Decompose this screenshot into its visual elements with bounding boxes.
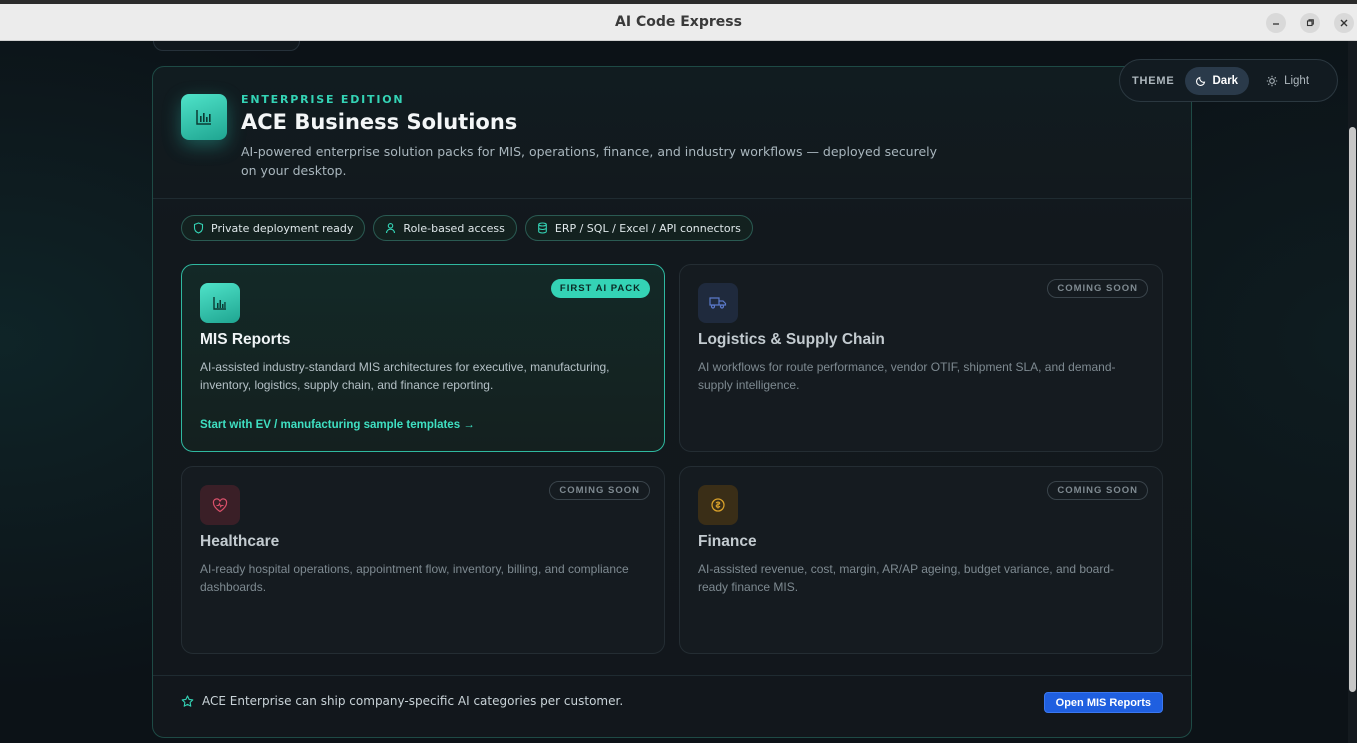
chip-label: Private deployment ready bbox=[211, 221, 354, 235]
shield-icon bbox=[193, 222, 204, 234]
scrollbar[interactable] bbox=[1348, 41, 1357, 743]
page-subtitle: AI-powered enterprise solution packs for… bbox=[241, 144, 938, 178]
app-viewport: ENTERPRISE EDITION ACE Business Solution… bbox=[0, 41, 1357, 743]
chip-private-deployment: Private deployment ready bbox=[181, 215, 366, 241]
bar-chart-icon bbox=[213, 297, 226, 310]
card-mis-reports[interactable]: FIRST AI PACK MIS Reports AI-assisted in… bbox=[181, 264, 665, 452]
theme-light-label: Light bbox=[1284, 74, 1310, 87]
database-icon bbox=[538, 222, 547, 234]
user-icon bbox=[386, 223, 396, 234]
window-titlebar: AI Code Express bbox=[0, 0, 1357, 41]
card-description: AI-assisted industry-standard MIS archit… bbox=[200, 360, 610, 392]
card-title: Healthcare bbox=[200, 533, 280, 550]
close-icon bbox=[1340, 19, 1348, 27]
close-button[interactable] bbox=[1334, 13, 1354, 33]
status-badge: COMING SOON bbox=[1047, 481, 1148, 500]
card-healthcare[interactable]: COMING SOON Healthcare AI-ready hospital… bbox=[181, 466, 665, 654]
window-title: AI Code Express bbox=[615, 14, 742, 30]
sample-templates-link[interactable]: Start with EV / manufacturing sample tem… bbox=[200, 419, 475, 431]
chip-label: Role-based access bbox=[403, 221, 505, 235]
card-description: AI-ready hospital operations, appointmen… bbox=[200, 562, 629, 594]
sun-icon bbox=[1266, 75, 1278, 86]
footer-note: ACE Enterprise can ship company-specific… bbox=[181, 694, 623, 708]
chip-connectors: ERP / SQL / Excel / API connectors bbox=[524, 215, 753, 241]
top-nav-stub bbox=[153, 41, 300, 51]
maximize-button[interactable] bbox=[1300, 13, 1320, 33]
panel-footer: ACE Enterprise can ship company-specific… bbox=[153, 675, 1191, 737]
chip-role-access: Role-based access bbox=[373, 215, 517, 241]
coin-icon bbox=[711, 498, 725, 512]
heart-pulse-icon bbox=[212, 497, 228, 512]
chip-label: ERP / SQL / Excel / API connectors bbox=[554, 221, 741, 235]
page-title: ACE Business Solutions bbox=[241, 110, 518, 134]
card-title: Finance bbox=[698, 533, 757, 550]
card-description: AI-assisted revenue, cost, margin, AR/AP… bbox=[698, 562, 1115, 594]
brand-logo bbox=[181, 94, 227, 140]
theme-toggle: THEME Dark Light bbox=[1119, 59, 1338, 102]
feature-chips: Private deployment ready Role-based acce… bbox=[181, 215, 753, 241]
card-icon bbox=[698, 485, 738, 525]
moon-icon bbox=[1195, 76, 1205, 86]
card-icon bbox=[200, 283, 240, 323]
scrollbar-thumb[interactable] bbox=[1349, 127, 1356, 692]
card-title: MIS Reports bbox=[200, 331, 291, 348]
card-title: Logistics & Supply Chain bbox=[698, 331, 885, 348]
bar-chart-icon bbox=[196, 110, 211, 125]
status-badge: COMING SOON bbox=[549, 481, 650, 500]
footer-text: ACE Enterprise can ship company-specific… bbox=[202, 694, 624, 708]
edition-label: ENTERPRISE EDITION bbox=[241, 93, 405, 106]
star-icon bbox=[181, 694, 194, 707]
card-finance[interactable]: COMING SOON Finance AI-assisted revenue,… bbox=[679, 466, 1163, 654]
card-icon bbox=[698, 283, 738, 323]
theme-label: THEME bbox=[1132, 74, 1175, 87]
minimize-icon bbox=[1273, 23, 1279, 25]
open-mis-reports-button[interactable]: Open MIS Reports bbox=[1043, 692, 1163, 713]
card-icon bbox=[200, 485, 240, 525]
status-badge: COMING SOON bbox=[1047, 279, 1148, 298]
restore-icon bbox=[1306, 19, 1314, 27]
solutions-panel: ENTERPRISE EDITION ACE Business Solution… bbox=[152, 66, 1192, 738]
truck-icon bbox=[709, 297, 727, 309]
status-badge: FIRST AI PACK bbox=[550, 279, 650, 298]
card-logistics[interactable]: COMING SOON Logistics & Supply Chain AI … bbox=[679, 264, 1163, 452]
theme-dark-option[interactable]: Dark bbox=[1184, 66, 1250, 95]
panel-header: ENTERPRISE EDITION ACE Business Solution… bbox=[153, 67, 1191, 199]
minimize-button[interactable] bbox=[1266, 13, 1286, 33]
theme-dark-label: Dark bbox=[1212, 74, 1239, 87]
card-description: AI workflows for route performance, vend… bbox=[698, 360, 1116, 392]
theme-light-option[interactable]: Light bbox=[1255, 67, 1320, 95]
